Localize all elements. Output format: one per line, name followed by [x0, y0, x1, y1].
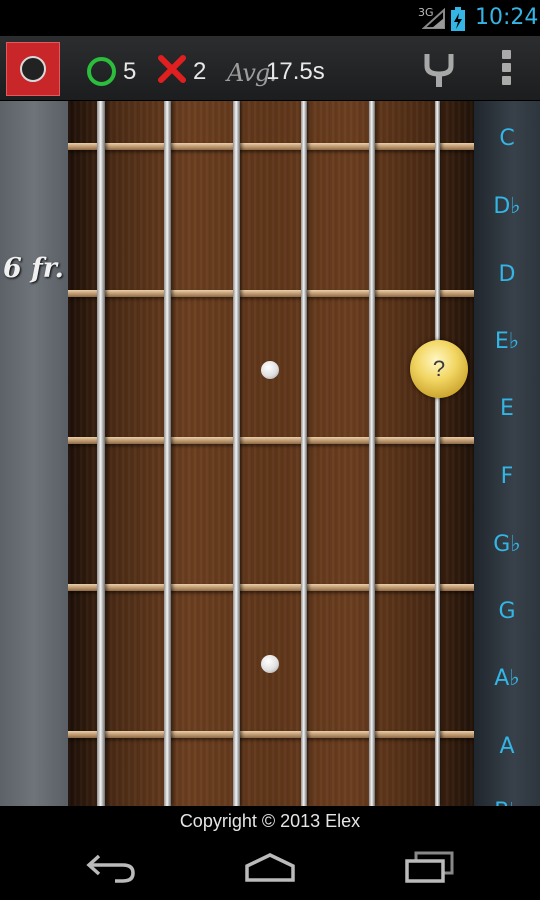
back-icon[interactable]	[85, 850, 137, 884]
note-button[interactable]: G♭	[474, 532, 540, 557]
home-icon[interactable]	[243, 852, 297, 882]
clock: 10:24	[475, 5, 539, 30]
string[interactable]	[164, 101, 171, 806]
guitar-app-icon[interactable]	[6, 42, 60, 96]
note-button[interactable]: E	[474, 396, 540, 421]
status-bar: 3G 10:24	[0, 0, 540, 36]
battery-charging-icon	[451, 7, 465, 31]
fret-wire	[68, 584, 474, 591]
fretboard[interactable]: ?	[68, 101, 474, 806]
question-marker: ?	[410, 340, 468, 398]
check-circle-icon	[87, 57, 116, 86]
signal-icon	[422, 8, 445, 29]
action-bar: 5 2 Avg. 17.5s	[0, 36, 540, 101]
avg-value: 17.5s	[266, 58, 325, 85]
note-selector: C D♭ D E♭ E F G♭ G A♭ A B♭	[474, 101, 540, 806]
fret-wire	[68, 437, 474, 444]
x-icon	[158, 55, 186, 83]
note-button[interactable]: C	[474, 126, 540, 151]
recent-apps-icon[interactable]	[404, 850, 456, 884]
note-button[interactable]: D♭	[474, 194, 540, 219]
wrong-count: 2	[193, 58, 207, 85]
note-button[interactable]: B♭	[474, 799, 540, 806]
string[interactable]	[301, 101, 307, 806]
note-button[interactable]: A♭	[474, 666, 540, 691]
string[interactable]	[233, 101, 240, 806]
note-button[interactable]: E♭	[474, 329, 540, 354]
overflow-menu-icon[interactable]	[500, 50, 512, 88]
string[interactable]	[369, 101, 375, 806]
fret-inlay-dot	[261, 655, 279, 673]
string[interactable]	[435, 101, 440, 806]
tuning-fork-icon[interactable]	[422, 52, 456, 88]
fret-wire	[68, 290, 474, 297]
note-button[interactable]: F	[474, 464, 540, 489]
fret-wire	[68, 731, 474, 738]
fret-inlay-dot	[261, 361, 279, 379]
note-button[interactable]: G	[474, 599, 540, 624]
note-button[interactable]: D	[474, 262, 540, 287]
fret-wire	[68, 143, 474, 150]
note-button[interactable]: A	[474, 734, 540, 759]
correct-count: 5	[123, 58, 137, 85]
fret-position-rail: 6 fr.	[0, 101, 68, 806]
fret-number-label: 6 fr.	[3, 253, 64, 284]
copyright-footer: Copyright © 2013 Elex	[0, 806, 540, 836]
string[interactable]	[97, 101, 105, 806]
navigation-bar	[0, 836, 540, 900]
